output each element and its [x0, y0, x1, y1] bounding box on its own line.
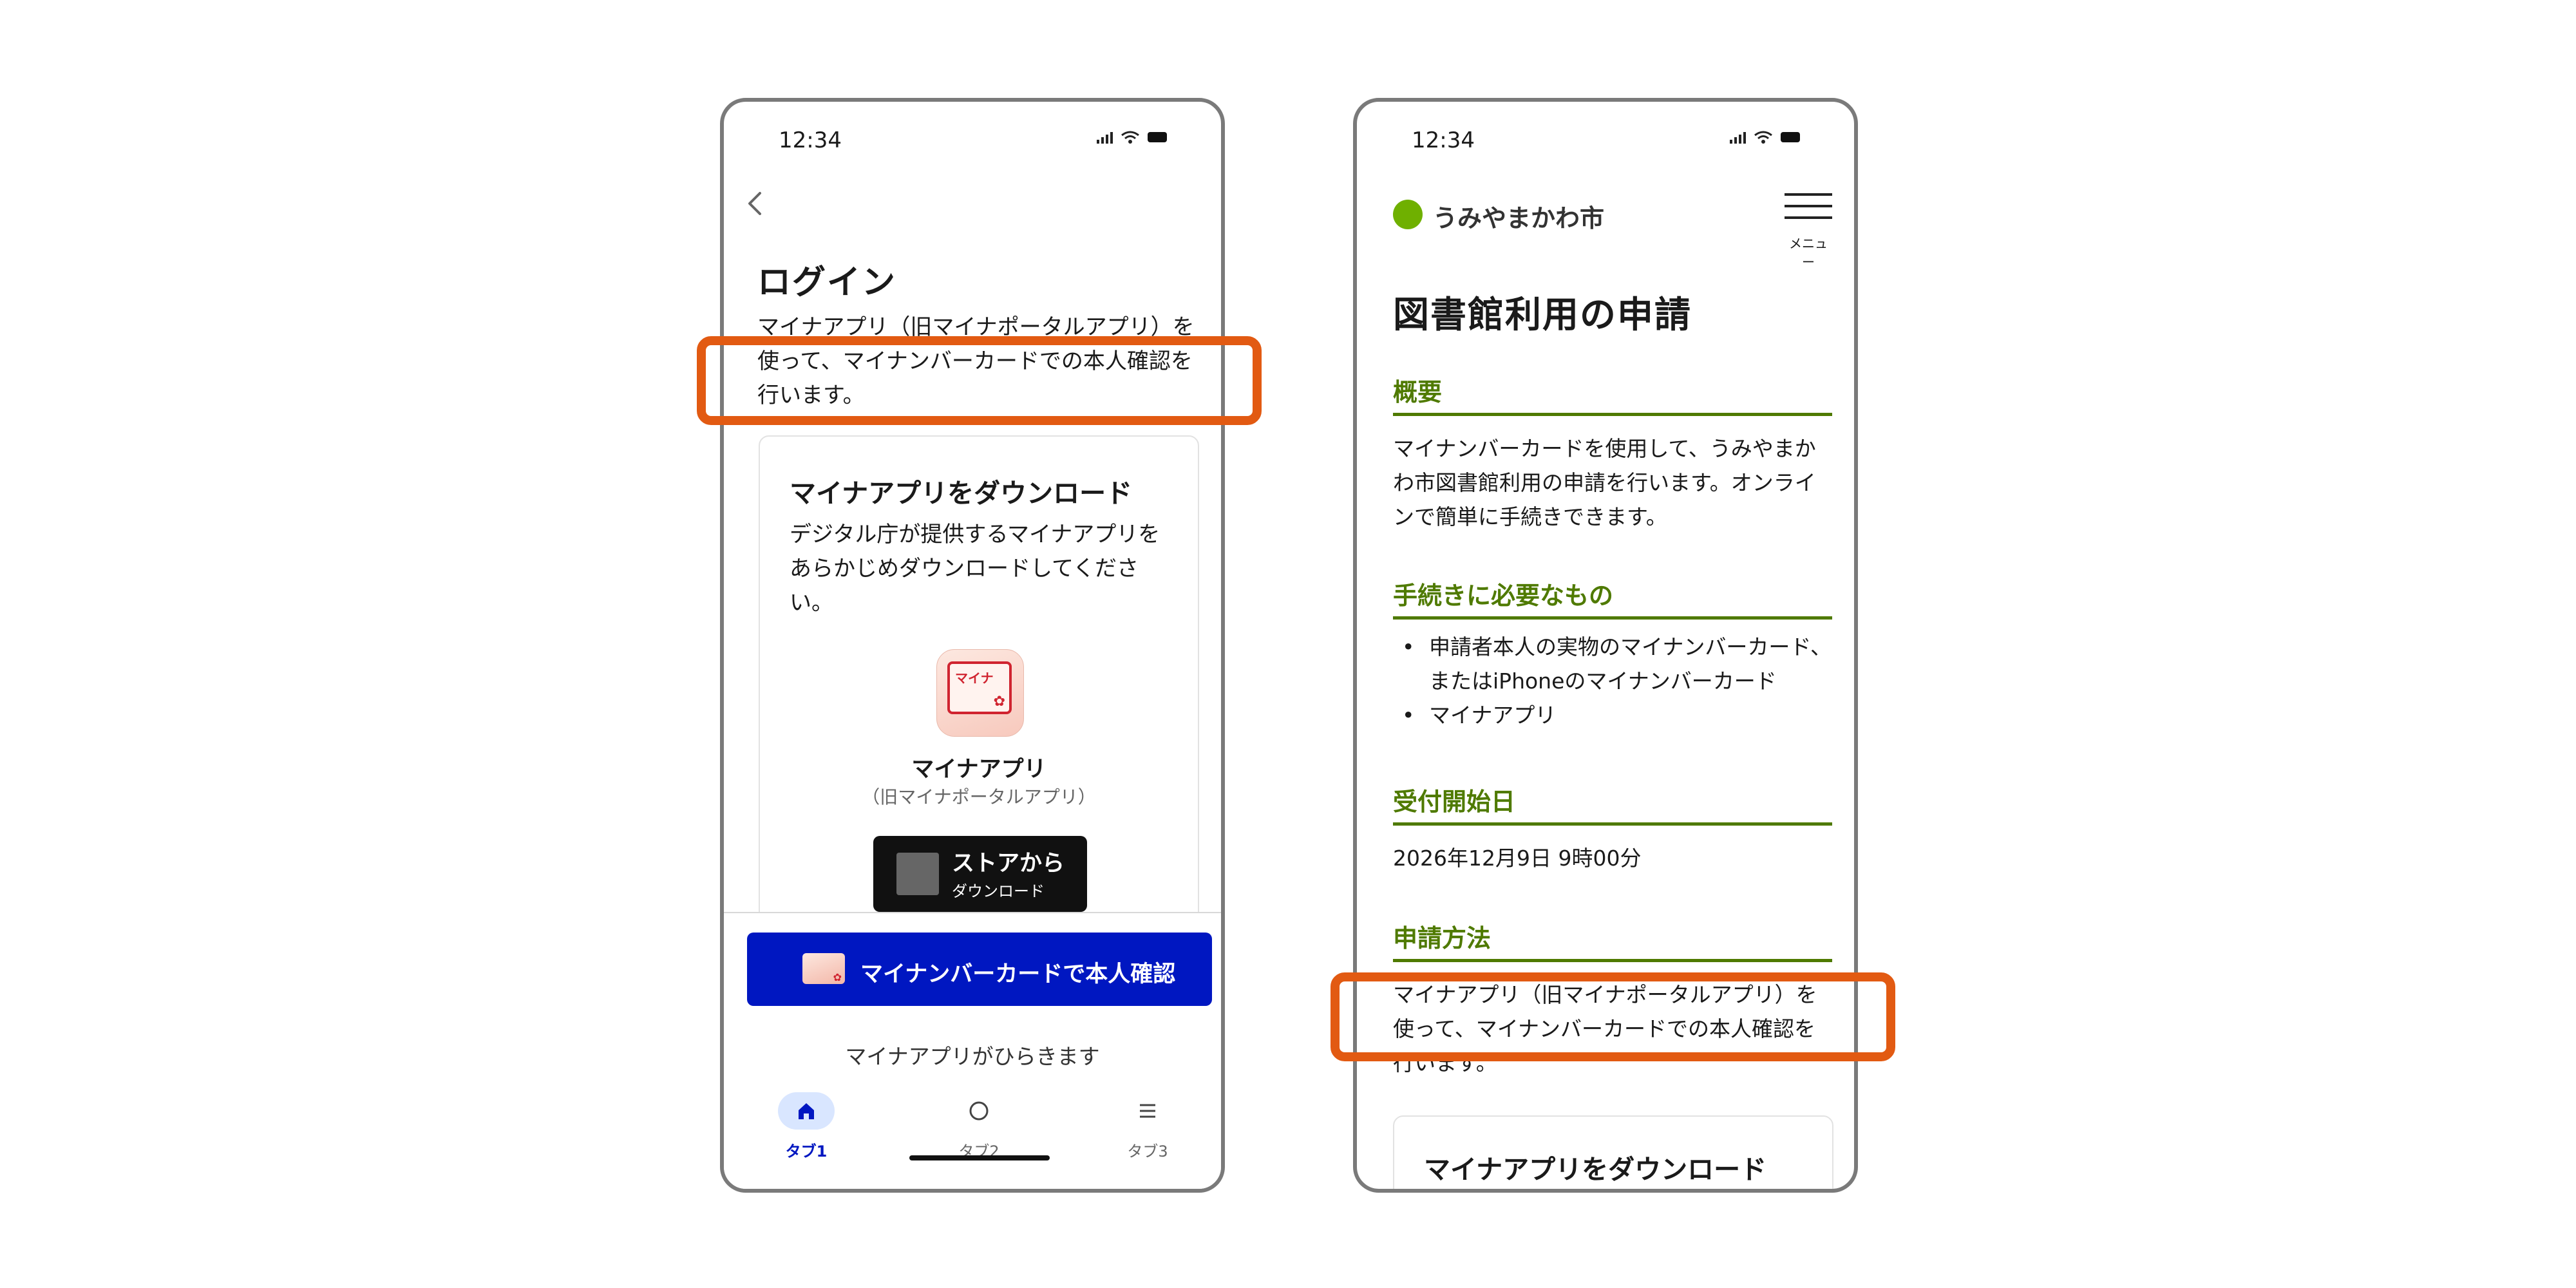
back-button[interactable]: [738, 184, 777, 223]
circle-icon: [951, 1092, 1007, 1130]
status-bar: 12:34: [1357, 102, 1854, 179]
mynumber-verify-label: マイナンバーカードで本人確認: [860, 961, 1176, 987]
app-icon-label: マイナ: [955, 670, 994, 686]
status-time: 12:34: [1412, 128, 1475, 153]
download-card-description: デジタル庁が提供するマイナアプリをあらかじめダウンロードしてください。: [790, 522, 1160, 616]
mynumber-verify-button[interactable]: ✿ マイナンバーカードで本人確認: [747, 933, 1212, 1006]
wifi-icon: [1754, 131, 1772, 144]
city-name[interactable]: うみやまかわ市: [1433, 198, 1604, 234]
signal-icon: [1730, 131, 1746, 144]
tab-3-label: タブ3: [1127, 1142, 1168, 1160]
bottom-action-panel: ✿ マイナンバーカードで本人確認 マイナアプリがひらきます タブ1 タブ2 タブ…: [724, 912, 1221, 1189]
phone-login-screen: 12:34 ログイン マイナアプリ（旧マイナポータルアプリ）を使って、マイナンバ…: [720, 98, 1225, 1193]
download-card: マイナアプリをダウンロード: [1393, 1115, 1833, 1189]
battery-icon: [1148, 132, 1167, 142]
app-name: マイナアプリ: [911, 757, 1046, 782]
store-download-button[interactable]: ストアから ダウンロード: [873, 836, 1087, 912]
page-title: ログイン: [757, 263, 897, 302]
section-heading-method: 申請方法: [1393, 918, 1832, 962]
home-indicator: [909, 1155, 1050, 1160]
flower-icon: ✿: [993, 694, 1005, 710]
mynumber-card-icon: ✿: [802, 953, 845, 984]
status-icons: [1730, 130, 1800, 144]
tab-1[interactable]: タブ1: [761, 1092, 851, 1170]
battery-icon: [1781, 132, 1800, 142]
login-description: マイナアプリ（旧マイナポータルアプリ）を使って、マイナンバーカードでの本人確認を…: [757, 314, 1195, 408]
list-item: 申請者本人の実物のマイナンバーカード、またはiPhoneのマイナンバーカード: [1393, 630, 1832, 698]
status-bar: 12:34: [724, 102, 1221, 179]
city-logo-icon: [1393, 200, 1423, 229]
requirements-list: 申請者本人の実物のマイナンバーカード、またはiPhoneのマイナンバーカード マ…: [1393, 630, 1832, 732]
menu-button[interactable]: メニュー: [1785, 193, 1832, 270]
list-item: マイナアプリ: [1393, 698, 1832, 732]
wifi-icon: [1121, 131, 1139, 144]
store-button-line1: ストアから: [952, 851, 1065, 876]
method-text: マイナアプリ（旧マイナポータルアプリ）を使って、マイナンバーカードでの本人確認を…: [1393, 982, 1817, 1075]
tab-1-label: タブ1: [785, 1142, 828, 1160]
home-icon: [778, 1092, 835, 1130]
menu-icon: [1119, 1092, 1176, 1130]
phone-library-application-screen: 12:34 うみやまかわ市 メニュー 図書館利用の申請 概要 マイナンバーカード…: [1353, 98, 1858, 1193]
download-card-title: マイナアプリをダウンロード: [790, 478, 1133, 509]
page-title: 図書館利用の申請: [1393, 294, 1692, 336]
store-icon: [896, 853, 939, 895]
menu-label: メニュー: [1789, 236, 1828, 270]
start-date-text: 2026年12月9日 9時00分: [1393, 846, 1642, 871]
status-icons: [1097, 130, 1167, 144]
status-time: 12:34: [779, 128, 842, 153]
opens-app-note: マイナアプリがひらきます: [845, 1044, 1100, 1069]
download-card-title: マイナアプリをダウンロード: [1424, 1154, 1767, 1185]
tab-3[interactable]: タブ3: [1103, 1092, 1193, 1170]
myna-app-icon: マイナ ✿: [936, 649, 1024, 737]
section-heading-start-date: 受付開始日: [1393, 782, 1832, 826]
section-heading-requirements: 手続きに必要なもの: [1393, 576, 1832, 620]
signal-icon: [1097, 131, 1113, 144]
overview-text: マイナンバーカードを使用して、うみやまかわ市図書館利用の申請を行います。オンライ…: [1393, 436, 1816, 529]
app-subtitle: （旧マイナポータルアプリ）: [862, 786, 1096, 808]
chevron-left-icon: [748, 192, 761, 215]
download-card: マイナアプリをダウンロード デジタル庁が提供するマイナアプリをあらかじめダウンロ…: [759, 435, 1199, 963]
section-heading-overview: 概要: [1393, 372, 1832, 416]
store-button-line2: ダウンロード: [952, 882, 1045, 900]
